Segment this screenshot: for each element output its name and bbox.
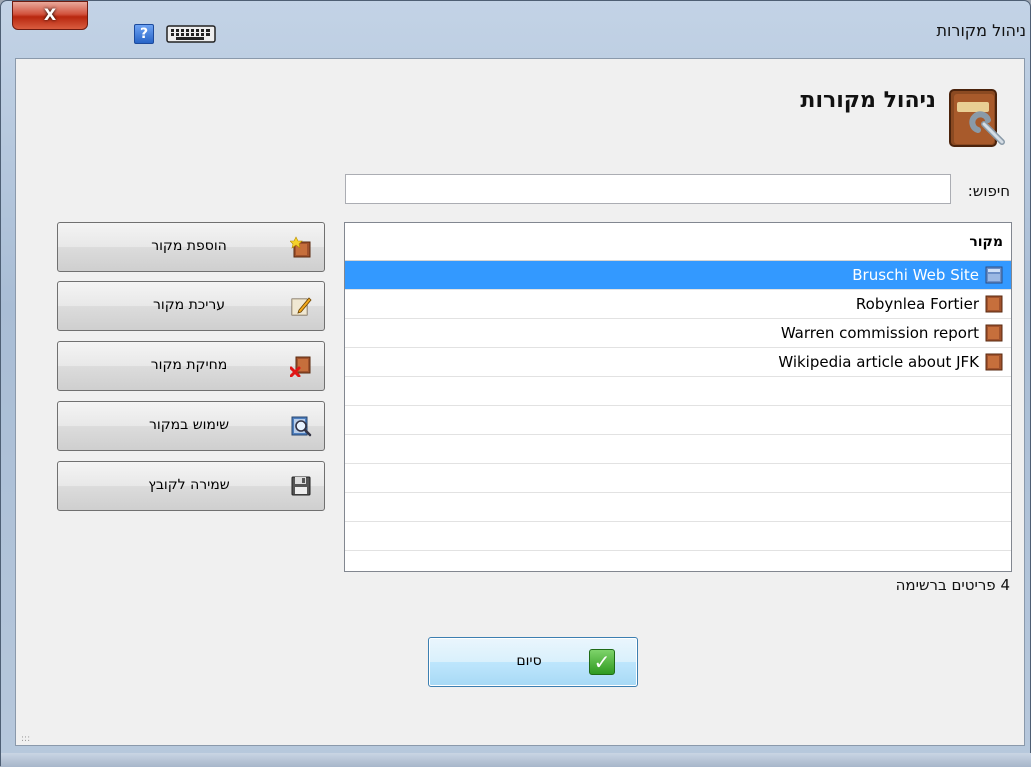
list-row-empty xyxy=(345,493,1011,522)
resize-grip-icon[interactable]: ::: xyxy=(21,734,30,744)
window: X ? ניהול מקורות ניהול מקורות חיפוש: מקו… xyxy=(0,0,1031,767)
search-input[interactable] xyxy=(345,174,951,204)
checkmark-icon: ✓ xyxy=(589,649,615,675)
list-item[interactable]: Robynlea Fortier xyxy=(345,290,1011,319)
delete-source-icon xyxy=(290,356,311,377)
list-item[interactable]: Warren commission report xyxy=(345,319,1011,348)
list-row-empty xyxy=(345,435,1011,464)
book-icon xyxy=(985,295,1003,313)
search-label: חיפוש: xyxy=(967,182,1010,200)
column-header-source[interactable]: מקור xyxy=(345,223,1011,261)
list-item-label: Warren commission report xyxy=(780,324,979,342)
add-source-label: הוספת מקור xyxy=(151,238,227,254)
delete-source-button[interactable]: מחיקת מקור xyxy=(57,341,325,391)
list-item[interactable]: Wikipedia article about JFK xyxy=(345,348,1011,377)
list-item-label: Robynlea Fortier xyxy=(855,295,979,313)
web-source-icon xyxy=(985,266,1003,284)
save-to-file-label: שמירה לקובץ xyxy=(148,477,230,493)
dialog-body: ניהול מקורות חיפוש: מקור Bruschi Web Sit… xyxy=(15,58,1025,746)
source-book-icon xyxy=(949,89,1005,147)
column-header-label: מקור xyxy=(969,234,1003,250)
edit-source-icon xyxy=(291,297,312,316)
list-row-empty xyxy=(345,377,1011,406)
item-count: 4 פריטים ברשימה xyxy=(895,576,1010,594)
edit-source-button[interactable]: עריכת מקור xyxy=(57,281,325,331)
keyboard-icon[interactable] xyxy=(166,24,216,44)
add-source-icon xyxy=(290,236,311,258)
list-item-label: Bruschi Web Site xyxy=(852,266,979,284)
edit-source-label: עריכת מקור xyxy=(152,297,225,313)
title-bar: X ? ניהול מקורות xyxy=(1,1,1031,57)
delete-source-label: מחיקת מקור xyxy=(150,357,228,373)
book-icon xyxy=(985,353,1003,371)
sources-list[interactable]: מקור Bruschi Web Site Robynlea Fortier W… xyxy=(344,222,1012,572)
source-usage-button[interactable]: שימוש במקור xyxy=(57,401,325,451)
window-title: ניהול מקורות xyxy=(936,21,1026,40)
list-item-label: Wikipedia article about JFK xyxy=(778,353,979,371)
background-strip xyxy=(1,753,1031,767)
add-source-button[interactable]: הוספת מקור xyxy=(57,222,325,272)
list-item[interactable]: Bruschi Web Site xyxy=(345,261,1011,290)
book-icon xyxy=(985,324,1003,342)
save-to-file-button[interactable]: שמירה לקובץ xyxy=(57,461,325,511)
page-title: ניהול מקורות xyxy=(800,88,936,113)
help-icon[interactable]: ? xyxy=(134,24,154,44)
usage-magnifier-icon xyxy=(291,416,312,437)
done-button[interactable]: סיום ✓ xyxy=(428,637,638,687)
list-row-empty xyxy=(345,406,1011,435)
save-disk-icon xyxy=(291,476,311,496)
done-label: סיום xyxy=(516,653,542,669)
list-row-empty xyxy=(345,522,1011,551)
close-button[interactable]: X xyxy=(12,1,88,30)
source-usage-label: שימוש במקור xyxy=(149,417,229,433)
list-row-empty xyxy=(345,464,1011,493)
